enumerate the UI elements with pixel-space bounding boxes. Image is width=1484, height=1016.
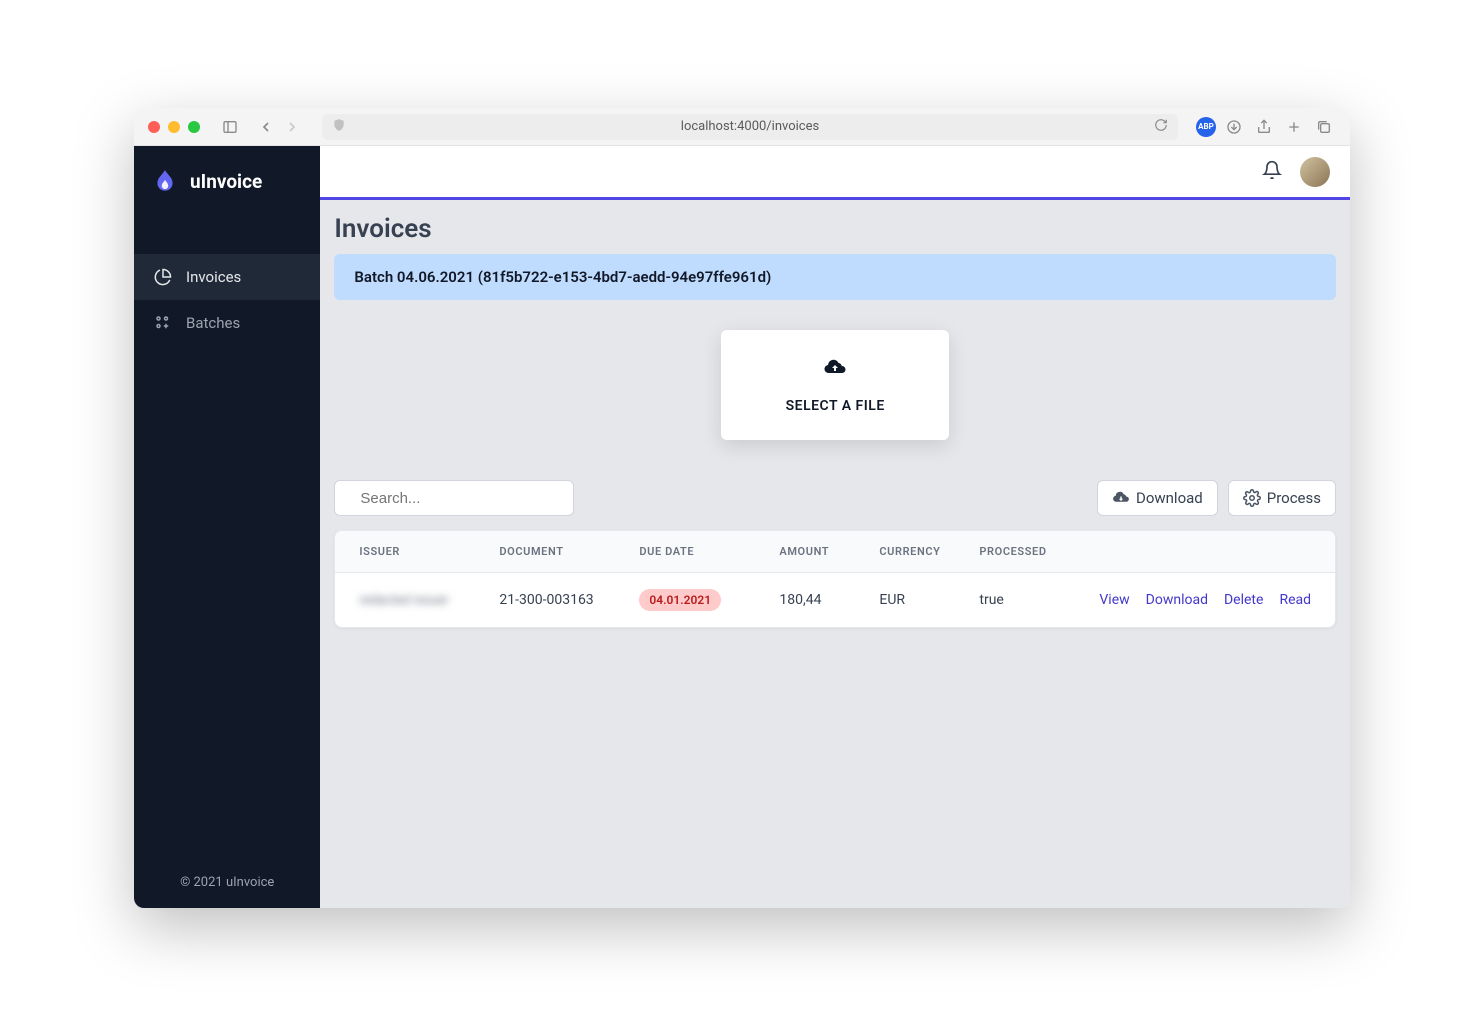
search-icon	[349, 489, 350, 507]
sidebar-item-label: Batches	[186, 314, 240, 332]
invoices-table: ISSUER DOCUMENT DUE DATE AMOUNT CURRENCY…	[334, 530, 1336, 628]
brand-name: uInvoice	[190, 170, 262, 193]
topbar	[320, 146, 1350, 200]
window-controls	[148, 121, 200, 133]
batch-banner: Batch 04.06.2021 (81f5b722-e153-4bd7-aed…	[334, 254, 1336, 300]
address-bar[interactable]: localhost:4000/invoices	[322, 114, 1178, 140]
minimize-window[interactable]	[168, 121, 180, 133]
cell-amount: 180,44	[779, 592, 879, 608]
sidebar-item-batches[interactable]: Batches	[134, 300, 320, 346]
avatar[interactable]	[1300, 157, 1330, 187]
reload-icon[interactable]	[1154, 118, 1168, 136]
cell-issuer: redacted issuer	[359, 593, 499, 608]
brand: uInvoice	[134, 146, 320, 224]
dropzone-label: SELECT A FILE	[741, 398, 929, 414]
button-label: Download	[1136, 489, 1203, 507]
action-view[interactable]: View	[1099, 592, 1129, 608]
action-read[interactable]: Read	[1279, 592, 1311, 608]
search-box[interactable]	[334, 480, 574, 516]
col-document: DOCUMENT	[499, 545, 639, 558]
table-row: redacted issuer 21-300-003163 04.01.2021…	[335, 573, 1335, 627]
action-download[interactable]: Download	[1146, 592, 1208, 608]
download-button[interactable]: Download	[1097, 480, 1218, 516]
forward-button[interactable]	[280, 115, 304, 139]
sidebar: uInvoice Invoices Batches © 2021 uInvoic…	[134, 146, 320, 908]
gear-icon	[1243, 489, 1261, 507]
cell-document: 21-300-003163	[499, 592, 639, 608]
abp-badge[interactable]: ABP	[1196, 117, 1216, 137]
brand-logo-icon	[152, 168, 178, 194]
action-delete[interactable]: Delete	[1224, 592, 1263, 608]
back-button[interactable]	[254, 115, 278, 139]
file-dropzone[interactable]: SELECT A FILE	[721, 330, 949, 440]
notifications-icon[interactable]	[1262, 160, 1282, 184]
pie-chart-icon	[154, 268, 172, 286]
due-date-pill: 04.01.2021	[639, 589, 721, 611]
new-tab-icon[interactable]	[1282, 115, 1306, 139]
maximize-window[interactable]	[188, 121, 200, 133]
search-input[interactable]	[360, 490, 559, 507]
col-processed: PROCESSED	[979, 545, 1099, 558]
browser-window: localhost:4000/invoices ABP	[134, 108, 1350, 908]
main-content: Invoices Batch 04.06.2021 (81f5b722-e153…	[320, 146, 1350, 908]
shield-icon	[332, 118, 346, 136]
share-icon[interactable]	[1252, 115, 1276, 139]
cell-currency: EUR	[879, 592, 979, 608]
cell-processed: true	[979, 592, 1099, 608]
page-title: Invoices	[334, 214, 1336, 244]
browser-titlebar: localhost:4000/invoices ABP	[134, 108, 1350, 146]
cloud-upload-icon	[819, 356, 851, 380]
tabs-icon[interactable]	[1312, 115, 1336, 139]
col-amount: AMOUNT	[779, 545, 879, 558]
sidebar-item-label: Invoices	[186, 268, 241, 286]
footer-copyright: © 2021 uInvoice	[134, 857, 320, 908]
col-due-date: DUE DATE	[639, 545, 779, 558]
table-header: ISSUER DOCUMENT DUE DATE AMOUNT CURRENCY…	[335, 531, 1335, 573]
button-label: Process	[1267, 489, 1321, 507]
grid-plus-icon	[154, 314, 172, 332]
process-button[interactable]: Process	[1228, 480, 1336, 516]
col-issuer: ISSUER	[359, 545, 499, 558]
cloud-download-icon	[1112, 489, 1130, 507]
close-window[interactable]	[148, 121, 160, 133]
sidebar-item-invoices[interactable]: Invoices	[134, 254, 320, 300]
sidebar-toggle-icon[interactable]	[218, 115, 242, 139]
url-text: localhost:4000/invoices	[681, 119, 819, 134]
downloads-icon[interactable]	[1222, 115, 1246, 139]
col-currency: CURRENCY	[879, 545, 979, 558]
